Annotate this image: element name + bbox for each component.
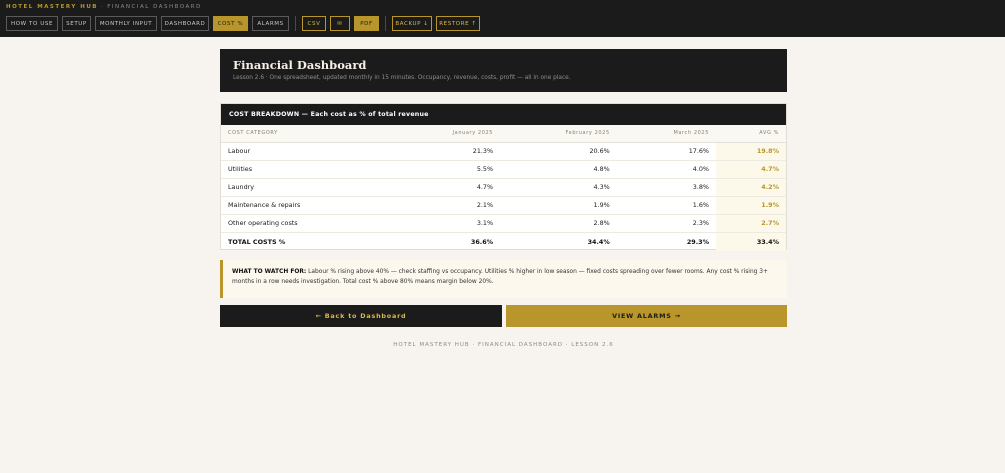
brand: HOTEL MASTERY HUB · FINANCIAL DASHBOARD bbox=[6, 3, 999, 12]
row-category: Laundry bbox=[221, 178, 391, 197]
csv-button[interactable]: CSV bbox=[302, 16, 326, 31]
nav-how-to-use[interactable]: HOW TO USE bbox=[6, 16, 58, 31]
row-mar: 1.6% bbox=[616, 196, 716, 215]
backup-button[interactable]: BACKUP ↓ bbox=[392, 16, 432, 31]
row-category: Maintenance & repairs bbox=[221, 196, 391, 215]
cost-breakdown-heading: COST BREAKDOWN — Each cost as % of total… bbox=[221, 104, 786, 125]
row-jan: 4.7% bbox=[391, 178, 501, 197]
row-avg: 19.8% bbox=[716, 142, 786, 161]
total-avg: 33.4% bbox=[716, 231, 786, 251]
nav-monthly-input[interactable]: MONTHLY INPUT bbox=[95, 16, 157, 31]
restore-button[interactable]: RESTORE ↑ bbox=[436, 16, 480, 31]
nav-dashboard[interactable]: DASHBOARD bbox=[161, 16, 209, 31]
col-header-mar: March 2025 bbox=[616, 125, 716, 143]
total-feb: 34.4% bbox=[500, 231, 617, 251]
table-header-row: COST CATEGORY January 2025 February 2025… bbox=[221, 125, 786, 143]
row-category: Other operating costs bbox=[221, 214, 391, 233]
row-jan: 3.1% bbox=[391, 214, 501, 233]
col-header-avg: AVG % bbox=[716, 125, 786, 143]
page-subtitle: Lesson 2.6 · One spreadsheet, updated mo… bbox=[233, 75, 571, 81]
page-title: Financial Dashboard bbox=[233, 58, 367, 72]
row-avg: 2.7% bbox=[716, 214, 786, 233]
col-header-feb: February 2025 bbox=[500, 125, 617, 143]
table-row: Laundry 4.7% 4.3% 3.8% 4.2% bbox=[221, 178, 786, 197]
brand-name: HOTEL MASTERY HUB bbox=[6, 4, 98, 10]
view-alarms-button[interactable]: VIEW ALARMS → bbox=[506, 305, 787, 327]
cost-breakdown-card: COST BREAKDOWN — Each cost as % of total… bbox=[220, 103, 787, 251]
table-row: Labour 21.3% 20.6% 17.6% 19.8% bbox=[221, 142, 786, 161]
row-mar: 4.0% bbox=[616, 160, 716, 179]
main-content: Financial Dashboard Lesson 2.6 · One spr… bbox=[220, 49, 787, 348]
row-mar: 3.8% bbox=[616, 178, 716, 197]
row-feb: 4.8% bbox=[500, 160, 617, 179]
watch-for-callout: WHAT TO WATCH FOR: Labour % rising above… bbox=[220, 260, 787, 298]
back-to-dashboard-button[interactable]: ← Back to Dashboard bbox=[220, 305, 502, 327]
row-category: Labour bbox=[221, 142, 391, 161]
nav-cost-percent[interactable]: COST % bbox=[213, 16, 248, 31]
row-feb: 1.9% bbox=[500, 196, 617, 215]
action-buttons: ← Back to Dashboard VIEW ALARMS → bbox=[220, 305, 787, 327]
table-row: Maintenance & repairs 2.1% 1.9% 1.6% 1.9… bbox=[221, 196, 786, 215]
total-row: TOTAL COSTS % 36.6% 34.4% 29.3% 33.4% bbox=[221, 231, 786, 251]
mail-icon: ✉ bbox=[337, 20, 343, 27]
footer: HOTEL MASTERY HUB · FINANCIAL DASHBOARD … bbox=[393, 342, 614, 348]
col-header-category: COST CATEGORY bbox=[221, 125, 391, 143]
row-feb: 4.3% bbox=[500, 178, 617, 197]
row-feb: 20.6% bbox=[500, 142, 617, 161]
nav-setup[interactable]: SETUP bbox=[62, 16, 91, 31]
brand-section: FINANCIAL DASHBOARD bbox=[107, 4, 202, 10]
total-jan: 36.6% bbox=[391, 231, 501, 251]
pdf-button[interactable]: PDF bbox=[354, 16, 379, 31]
hero-banner: Financial Dashboard Lesson 2.6 · One spr… bbox=[220, 49, 787, 92]
row-avg: 4.7% bbox=[716, 160, 786, 179]
row-jan: 2.1% bbox=[391, 196, 501, 215]
row-mar: 17.6% bbox=[616, 142, 716, 161]
row-jan: 21.3% bbox=[391, 142, 501, 161]
watch-for-text: Labour % rising above 40% — check staffi… bbox=[232, 269, 768, 285]
nav-divider-2 bbox=[385, 16, 386, 31]
row-jan: 5.5% bbox=[391, 160, 501, 179]
row-category: Utilities bbox=[221, 160, 391, 179]
email-button[interactable]: ✉ bbox=[330, 16, 350, 31]
cost-breakdown-table: COST CATEGORY January 2025 February 2025… bbox=[221, 125, 786, 251]
watch-for-label: WHAT TO WATCH FOR: bbox=[232, 269, 307, 275]
row-avg: 1.9% bbox=[716, 196, 786, 215]
nav-alarms[interactable]: ALARMS bbox=[252, 16, 289, 31]
top-bar: HOTEL MASTERY HUB · FINANCIAL DASHBOARD HO… bbox=[0, 0, 1005, 37]
nav-bar: HOW TO USE SETUP MONTHLY INPUT DASHBOARD… bbox=[6, 16, 999, 31]
brand-separator: · bbox=[101, 4, 105, 10]
total-mar: 29.3% bbox=[616, 231, 716, 251]
col-header-jan: January 2025 bbox=[391, 125, 501, 143]
row-avg: 4.2% bbox=[716, 178, 786, 197]
nav-divider bbox=[295, 16, 296, 31]
table-row: Other operating costs 3.1% 2.8% 2.3% 2.7… bbox=[221, 214, 786, 233]
total-category: TOTAL COSTS % bbox=[221, 231, 391, 251]
row-mar: 2.3% bbox=[616, 214, 716, 233]
row-feb: 2.8% bbox=[500, 214, 617, 233]
table-row: Utilities 5.5% 4.8% 4.0% 4.7% bbox=[221, 160, 786, 179]
